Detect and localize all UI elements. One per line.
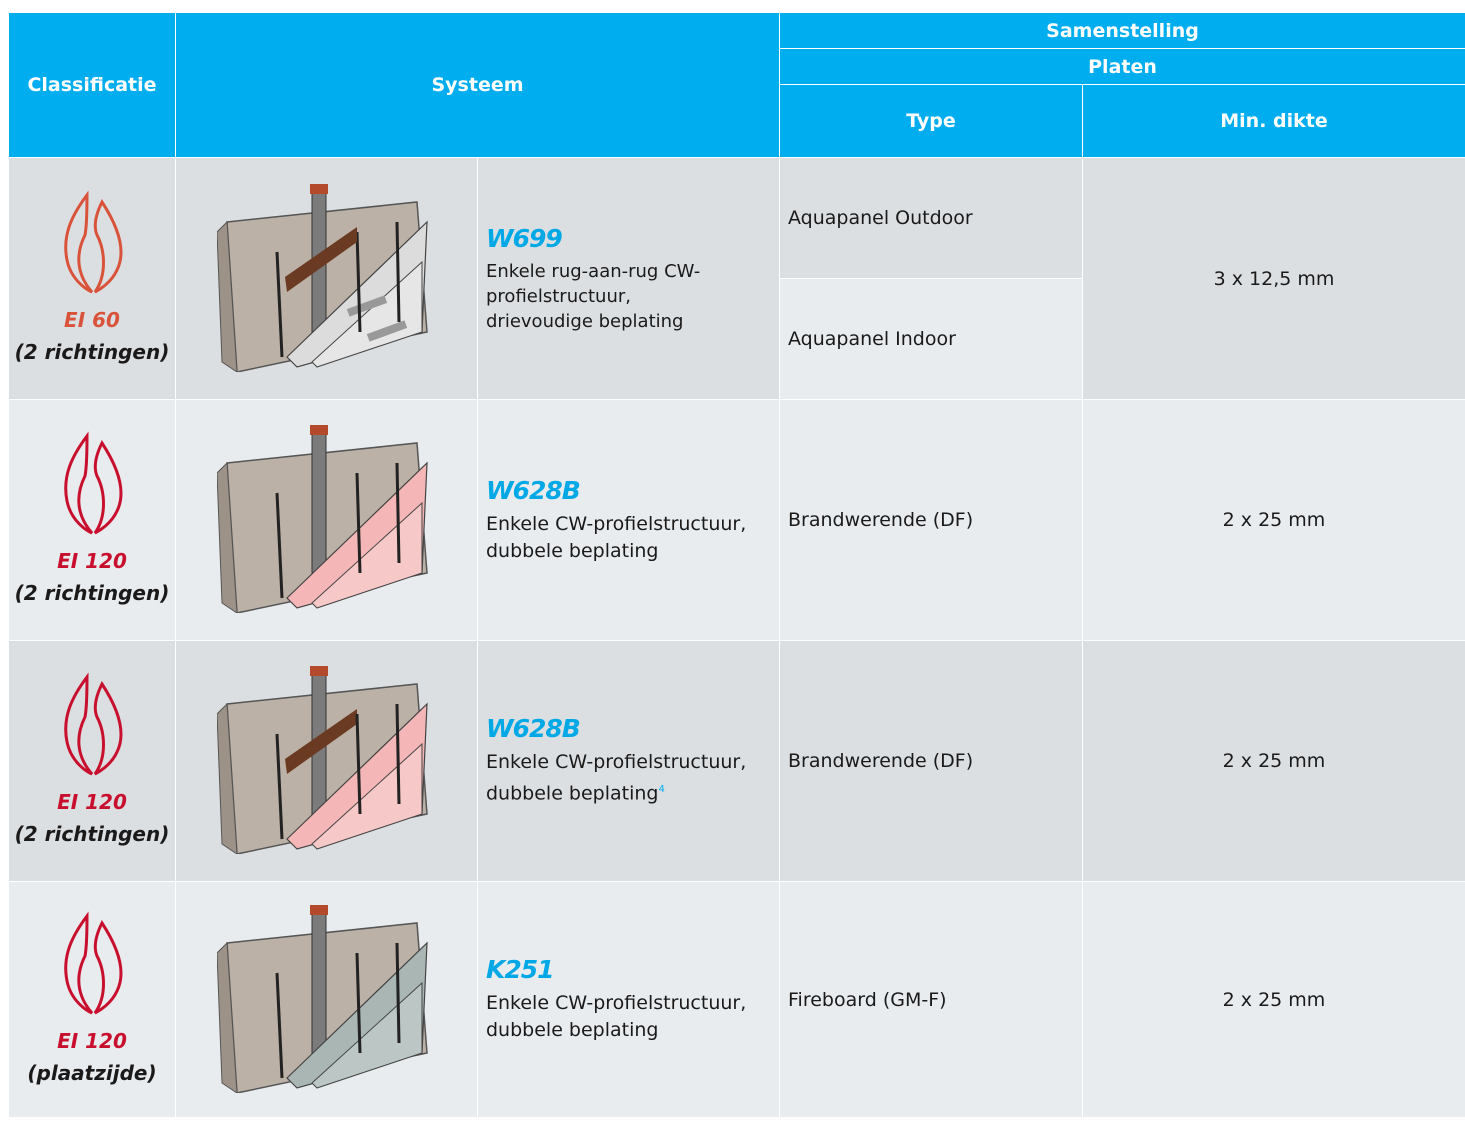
flame-icon — [64, 189, 123, 293]
system-code: K251 — [486, 955, 555, 984]
header-samenstelling: Samenstelling — [778, 12, 1465, 49]
type-cell: Aquapanel Indoor — [779, 278, 1083, 400]
table-row: EI 60 (2 richtingen) W699 Enkele rug-aan… — [8, 157, 1465, 400]
class-code: EI 120 — [57, 790, 127, 814]
system-description: Enkele rug-aan-rug CW- profielstructuur,… — [486, 259, 779, 334]
classification-cell: EI 120 (2 richtingen) — [8, 640, 176, 882]
system-code: W628B — [486, 714, 581, 744]
header-platen: Platen — [778, 48, 1465, 85]
classification-cell: EI 120 (2 richtingen) — [8, 399, 176, 641]
spec-table: Classificatie Systeem Samenstelling Plat… — [8, 12, 1465, 1118]
class-code: EI 60 — [64, 307, 120, 332]
description-line: Enkele CW-profielstructuur, — [486, 751, 747, 774]
system-image-cell — [175, 399, 478, 641]
wall-system-image — [215, 666, 428, 855]
flame-icon — [64, 910, 123, 1014]
header-min-dikte: Min. dikte — [1081, 84, 1465, 158]
type-cell: Fireboard (GM-F) — [779, 881, 1083, 1118]
table-row: EI 120 (plaatzijde) K251 Enkele CW-profi… — [8, 881, 1465, 1118]
system-code: W628B — [486, 475, 581, 505]
header-type: Type — [779, 84, 1083, 158]
class-direction: (2 richtingen) — [14, 581, 170, 605]
wall-system-image — [215, 904, 428, 1094]
description-line: Enkele CW-profielstructuur, — [486, 992, 747, 1014]
class-direction: (2 richtingen) — [14, 339, 170, 364]
system-description: Enkele CW-profielstructuur, dubbele bepl… — [486, 511, 779, 565]
classification-cell: EI 120 (plaatzijde) — [8, 881, 176, 1118]
wall-system-image — [215, 425, 428, 614]
wall-system-image — [215, 183, 428, 373]
table-row: EI 120 (2 richtingen) W628B Enkele CW-pr… — [8, 640, 1465, 882]
description-line: profielstructuur, — [486, 285, 631, 307]
description-line: dubbele beplating — [486, 1019, 659, 1041]
system-description-cell: W699 Enkele rug-aan-rug CW- profielstruc… — [477, 157, 780, 400]
dikte-cell: 2 x 25 mm — [1081, 640, 1465, 882]
description-line: dubbele beplating4 — [486, 776, 779, 807]
system-image-cell — [175, 881, 478, 1118]
dikte-cell: 2 x 25 mm — [1081, 881, 1465, 1118]
description-line: Enkele rug-aan-rug CW- — [486, 260, 701, 282]
description-line: Enkele CW-profielstructuur, — [486, 512, 747, 535]
classification-cell: EI 60 (2 richtingen) — [8, 157, 176, 400]
system-image-cell — [175, 157, 478, 400]
system-description-cell: W628B Enkele CW-profielstructuur, dubbel… — [477, 640, 780, 882]
type-cell: Brandwerende (DF) — [779, 399, 1083, 641]
description-line: dubbele beplating — [486, 539, 659, 562]
system-description-cell: K251 Enkele CW-profielstructuur, dubbele… — [477, 881, 780, 1118]
header-systeem: Systeem — [175, 12, 780, 158]
class-code: EI 120 — [57, 549, 127, 573]
header-classificatie: Classificatie — [8, 12, 176, 158]
system-description-cell: W628B Enkele CW-profielstructuur, dubbel… — [477, 399, 780, 641]
class-direction: (2 richtingen) — [14, 822, 170, 846]
system-description: Enkele CW-profielstructuur, dubbele bepl… — [486, 749, 779, 807]
flame-icon — [64, 431, 123, 535]
class-code: EI 120 — [57, 1028, 127, 1053]
dikte-cell: 2 x 25 mm — [1081, 399, 1465, 641]
footnote-marker: 4 — [658, 784, 665, 796]
system-image-cell — [175, 640, 478, 882]
flame-icon — [64, 672, 123, 776]
dikte-cell: 3 x 12,5 mm — [1081, 157, 1465, 400]
description-text: dubbele beplating — [486, 782, 659, 805]
type-cell: Brandwerende (DF) — [779, 640, 1083, 882]
class-direction: (plaatzijde) — [27, 1060, 157, 1085]
system-description: Enkele CW-profielstructuur, dubbele bepl… — [486, 990, 779, 1044]
system-code: W699 — [486, 223, 563, 253]
type-cell: Aquapanel Outdoor — [779, 157, 1083, 279]
table-row: EI 120 (2 richtingen) W628B Enkele CW-pr… — [8, 399, 1465, 641]
description-line: drievoudige beplating — [486, 310, 684, 332]
